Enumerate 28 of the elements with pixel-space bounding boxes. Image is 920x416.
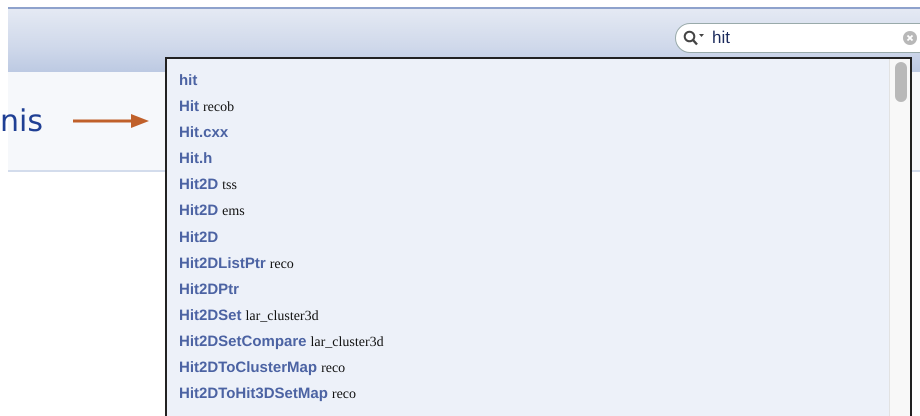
suggestion-name[interactable]: Hit2DSetCompare bbox=[179, 332, 307, 350]
suggestion-name[interactable]: Hit bbox=[179, 98, 199, 116]
suggestion-name[interactable]: Hit2DToHit3DSetMap bbox=[179, 385, 328, 402]
suggestion-scope: recob bbox=[203, 100, 234, 116]
suggestion-name[interactable]: Hit2D bbox=[179, 202, 218, 220]
suggestion-scope: reco bbox=[332, 387, 356, 404]
suggestion-scope: lar_cluster3d bbox=[310, 334, 384, 351]
suggestion-name[interactable]: Hit2DToClusterMap bbox=[179, 359, 318, 376]
suggestion-scope: reco bbox=[321, 361, 346, 378]
suggestion-scope: ems bbox=[222, 204, 245, 220]
search-field[interactable]: hit bbox=[675, 23, 920, 53]
suggestion-name[interactable]: Hit2DSet bbox=[179, 306, 242, 324]
suggestion-name[interactable]: Hit2D bbox=[179, 176, 218, 194]
suggestion-name[interactable]: Hit2D bbox=[179, 228, 218, 246]
scrollbar[interactable] bbox=[889, 59, 910, 416]
suggestion-scope: tss bbox=[222, 178, 237, 194]
suggestion-name[interactable]: Hit.cxx bbox=[179, 124, 228, 142]
clear-icon[interactable] bbox=[903, 31, 917, 45]
suggestion-scope: reco bbox=[270, 256, 294, 273]
suggestion-name[interactable]: Hit.h bbox=[179, 150, 212, 168]
suggestion-name[interactable]: Hit2DListPtr bbox=[179, 254, 266, 272]
suggestion-name[interactable]: Hit2DPtr bbox=[179, 280, 240, 298]
scroll-thumb[interactable] bbox=[895, 62, 907, 102]
arrow-icon bbox=[72, 114, 149, 128]
suggestion-scope: lar_cluster3d bbox=[246, 308, 319, 325]
search-icon bbox=[683, 30, 705, 46]
suggestion-name[interactable]: hit bbox=[179, 72, 198, 89]
slide-text: nis bbox=[0, 104, 43, 138]
